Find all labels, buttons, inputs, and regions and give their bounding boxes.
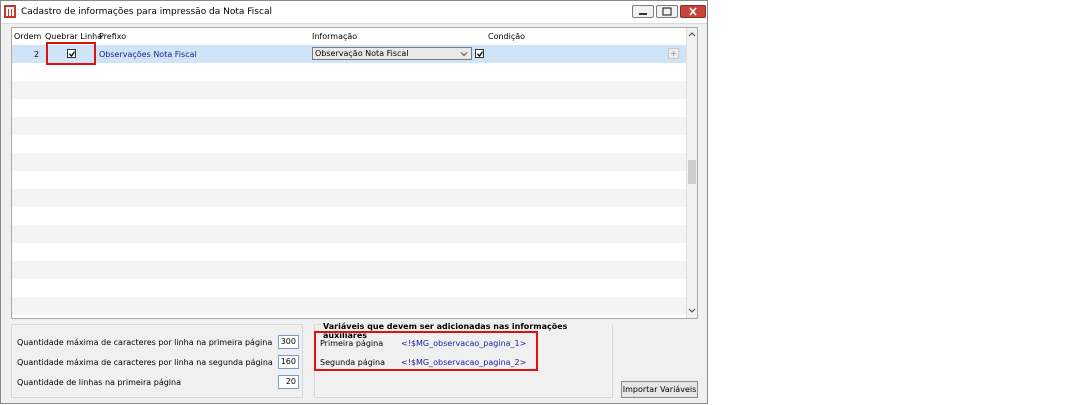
col-ordem[interactable]: Ordem: [14, 32, 41, 41]
scroll-down-icon[interactable]: [687, 306, 697, 316]
empty-row: [12, 81, 686, 99]
title-bar: Cadastro de informações para impressão d…: [1, 1, 707, 24]
row-prefixo[interactable]: Observações Nota Fiscal: [99, 50, 197, 59]
row-ordem: 2: [34, 50, 40, 59]
maximize-button[interactable]: [656, 5, 678, 18]
informacao-select-value: Observação Nota Fiscal: [315, 49, 409, 58]
empty-row: [12, 117, 686, 135]
empty-row: [12, 153, 686, 171]
informacao-select[interactable]: Observação Nota Fiscal: [312, 47, 472, 60]
col-condicao[interactable]: Condição: [488, 32, 525, 41]
close-icon: [689, 7, 697, 16]
qty-label-second-page: Quantidade máxima de caracteres por linh…: [17, 358, 273, 367]
main-window: Cadastro de informações para impressão d…: [0, 0, 708, 404]
grid-header: Ordem Quebrar Linha Prefixo Informação C…: [12, 28, 688, 45]
grid-scrollbar[interactable]: [686, 28, 697, 318]
empty-row: [12, 225, 686, 243]
app-icon: [4, 5, 16, 18]
qty-lines-input[interactable]: 20: [278, 375, 299, 389]
scroll-up-icon[interactable]: [687, 30, 697, 40]
qty-label-first-page: Quantidade máxima de caracteres por linh…: [17, 338, 273, 347]
col-prefixo[interactable]: Prefixo: [99, 32, 126, 41]
empty-row: [12, 189, 686, 207]
close-button[interactable]: [680, 5, 706, 18]
quantities-panel: Quantidade máxima de caracteres por linh…: [11, 324, 303, 398]
check-icon: [477, 51, 484, 58]
empty-row: [12, 297, 686, 315]
qty-label-lines: Quantidade de linhas na primeira página: [17, 378, 181, 387]
condition-edit-button[interactable]: +: [668, 48, 679, 59]
empty-row: [12, 261, 686, 279]
col-quebrar-linha[interactable]: Quebrar Linha: [45, 32, 102, 41]
import-variables-button[interactable]: Importar Variáveis: [621, 381, 698, 398]
highlight-box: [46, 42, 96, 65]
minimize-button[interactable]: [632, 5, 654, 18]
qty-second-page-input[interactable]: 160: [278, 355, 299, 369]
window-title: Cadastro de informações para impressão d…: [21, 7, 272, 17]
qty-first-page-input[interactable]: 300: [278, 335, 299, 349]
chevron-down-icon: [460, 52, 468, 57]
condicao-checkbox[interactable]: [475, 49, 484, 58]
highlight-box: [314, 331, 538, 371]
table-row[interactable]: 2 Observações Nota Fiscal Observação Not…: [12, 45, 686, 63]
col-informacao[interactable]: Informação: [312, 32, 357, 41]
maximize-icon: [662, 7, 672, 16]
scroll-thumb[interactable]: [688, 160, 696, 184]
info-grid: Ordem Quebrar Linha Prefixo Informação C…: [11, 27, 698, 319]
minimize-icon: [639, 13, 647, 15]
